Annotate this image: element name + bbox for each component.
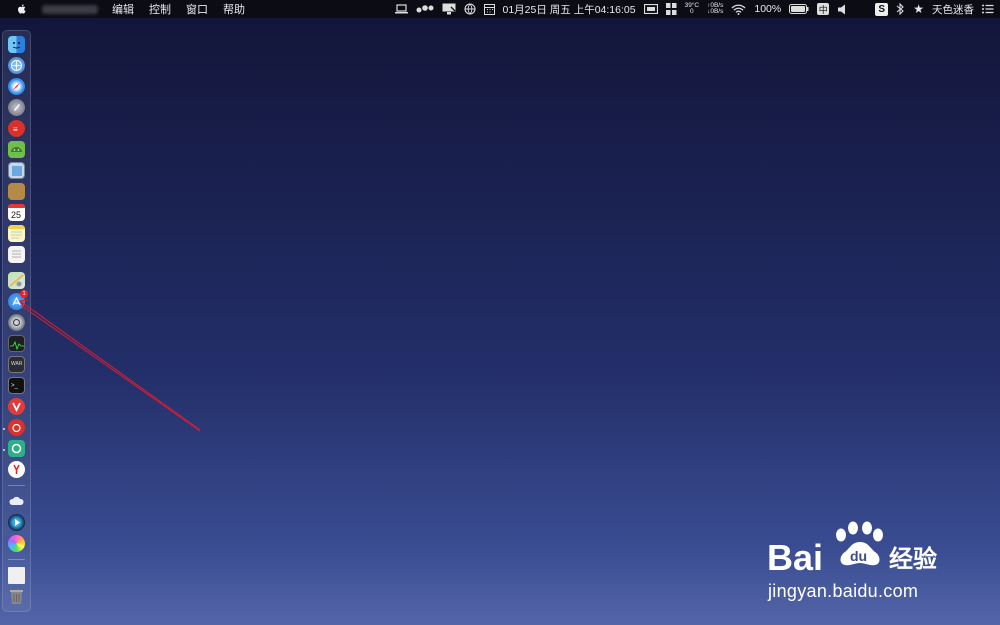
grid-icon[interactable] [665, 3, 677, 15]
brand-latin-tail: du [850, 548, 867, 564]
icloud-icon[interactable] [8, 493, 25, 510]
input-method-icon[interactable]: 中 [817, 3, 830, 15]
trash-icon[interactable] [8, 588, 25, 605]
cast-icon[interactable] [643, 4, 658, 14]
brand-cn: 经验 [889, 545, 937, 573]
display-icon[interactable] [442, 3, 456, 15]
dots-icon[interactable] [416, 4, 434, 14]
wifi-icon[interactable] [731, 4, 746, 15]
battery-icon[interactable] [789, 4, 809, 14]
bluetooth-icon[interactable] [896, 3, 905, 15]
s-app-icon[interactable]: S [875, 2, 889, 16]
temperature-sub: 0 [690, 8, 694, 15]
brand-latin: Bai [767, 537, 823, 578]
globe-icon[interactable] [463, 3, 476, 15]
list-icon[interactable] [982, 4, 994, 14]
calendar-icon[interactable] [483, 3, 495, 15]
baidu-watermark: Bai du 经验 [765, 515, 945, 584]
laptop-icon[interactable] [394, 4, 408, 14]
datetime-text[interactable]: 01月25日 周五 上午04:16:05 [503, 2, 636, 17]
watermark-url: jingyan.baidu.com [768, 581, 919, 601]
document-icon[interactable] [8, 567, 25, 584]
yandex-icon[interactable] [8, 461, 25, 478]
network-speed-widget[interactable]: ↑0B/s ↓0B/s [707, 2, 724, 16]
temperature-widget[interactable]: 39°C 0 [685, 2, 700, 16]
running-indicator-2 [3, 449, 5, 451]
star-icon[interactable]: ★ [913, 2, 924, 16]
photos-icon[interactable] [8, 535, 25, 552]
net-down: ↓0B/s [707, 8, 724, 15]
dock-separator [8, 485, 25, 486]
annotation-arrow [18, 299, 201, 432]
menu-help[interactable]: 帮助 [223, 1, 245, 17]
app-green-icon[interactable] [8, 440, 25, 457]
baidu-logo: Bai du 经验 [767, 521, 937, 578]
dock-separator-2 [8, 559, 25, 560]
user-name[interactable]: 天色迷香 [932, 2, 974, 17]
quicktime-icon[interactable] [8, 514, 25, 531]
paw-icon: du [836, 521, 883, 566]
battery-percent[interactable]: 100% [754, 3, 781, 15]
volume-icon[interactable] [837, 4, 849, 15]
